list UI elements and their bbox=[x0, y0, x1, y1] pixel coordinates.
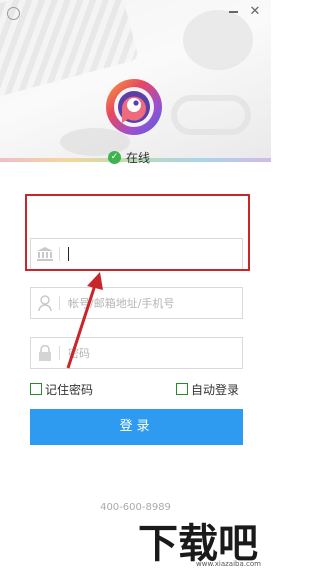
annotation-highlight-box bbox=[25, 194, 250, 271]
lock-icon bbox=[31, 338, 59, 368]
annotation-arrow-icon bbox=[66, 272, 103, 369]
auto-login-option[interactable]: 自动登录 bbox=[176, 381, 239, 397]
support-phone: 400-600-8989 bbox=[100, 502, 171, 513]
login-window: ✕ ✓ 在线 帐号/邮箱地址/手机号 记住密码 自动登录 登录 400-600-… bbox=[0, 0, 271, 571]
user-icon bbox=[31, 288, 59, 318]
online-status[interactable]: ✓ 在线 bbox=[108, 148, 150, 166]
remember-password-option[interactable]: 记住密码 bbox=[30, 381, 93, 397]
app-circle-icon bbox=[7, 7, 20, 20]
watermark-url: www.xiazaiba.com bbox=[196, 560, 261, 568]
close-button[interactable]: ✕ bbox=[246, 4, 264, 20]
banner-headphones-decoration bbox=[171, 95, 251, 135]
remember-password-checkbox[interactable] bbox=[30, 383, 42, 395]
login-button[interactable]: 登录 bbox=[30, 409, 243, 445]
app-logo-icon bbox=[106, 79, 162, 135]
auto-login-checkbox[interactable] bbox=[176, 383, 188, 395]
banner-cup-decoration bbox=[183, 10, 253, 70]
status-label: 在线 bbox=[126, 150, 151, 165]
auto-login-label: 自动登录 bbox=[191, 382, 240, 397]
remember-password-label: 记住密码 bbox=[45, 382, 94, 397]
online-check-icon: ✓ bbox=[108, 150, 121, 164]
minimize-button[interactable] bbox=[224, 4, 242, 20]
